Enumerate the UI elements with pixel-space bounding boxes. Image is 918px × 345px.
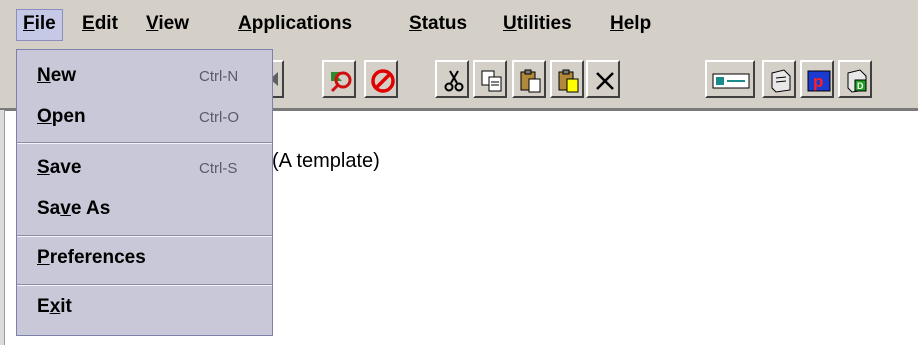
menu-applications-mnemonic: A (238, 13, 252, 34)
menu-separator (17, 142, 272, 144)
menu-item-new-shortcut: Ctrl-N (199, 68, 239, 85)
window-left-border (0, 110, 5, 345)
menu-utilities[interactable]: Utilities (497, 9, 578, 41)
program-icon: p (807, 70, 831, 92)
cut-icon (444, 70, 464, 92)
menu-item-save-as-label: Save As (37, 198, 111, 219)
menu-status-label: tatus (421, 13, 468, 34)
svg-text:p: p (813, 72, 823, 91)
toolbar-button-data-document[interactable]: D (838, 60, 872, 98)
delete-icon (596, 72, 614, 90)
menu-item-exit[interactable]: Exit (17, 290, 272, 326)
file-menu-dropdown: New Ctrl-N Open Ctrl-O Save Ctrl-S Save … (16, 49, 273, 336)
menu-item-open[interactable]: Open Ctrl-O (17, 100, 272, 136)
toolbar-button-search[interactable] (322, 60, 356, 98)
menu-item-exit-label: Exit (37, 296, 72, 317)
menu-edit[interactable]: Edit (76, 9, 124, 41)
data-document-icon: D (847, 69, 867, 93)
menu-item-open-shortcut: Ctrl-O (199, 109, 239, 126)
template-label: (A template) (272, 150, 380, 172)
menu-utilities-label: tilities (516, 13, 572, 34)
document-icon (771, 69, 791, 93)
toolbar-button-terminal[interactable] (705, 60, 755, 98)
menu-item-save-shortcut: Ctrl-S (199, 160, 238, 177)
paste-icon (520, 69, 541, 93)
menu-edit-label: dit (94, 13, 118, 34)
menubar: File Edit View Applications Status Utili… (0, 0, 918, 48)
terminal-icon (712, 73, 750, 89)
svg-text:D: D (857, 81, 864, 91)
menu-file[interactable]: File (16, 9, 63, 41)
menu-view[interactable]: View (140, 9, 195, 41)
toolbar-button-cut[interactable] (435, 60, 469, 98)
menu-edit-mnemonic: E (82, 13, 95, 34)
paste-special-icon (558, 69, 579, 93)
menu-help[interactable]: Help (604, 9, 657, 41)
menu-item-new-label: New (37, 65, 77, 86)
toolbar-button-paste[interactable] (512, 60, 546, 98)
menu-applications[interactable]: Applications (232, 9, 358, 41)
menu-item-open-label: Open (37, 106, 86, 127)
copy-icon (481, 70, 502, 92)
menu-help-mnemonic: H (610, 13, 624, 34)
menu-separator (17, 284, 272, 286)
menu-view-mnemonic: V (146, 13, 159, 34)
toolbar-button-program[interactable]: p (800, 60, 834, 98)
menu-status-mnemonic: S (409, 13, 422, 34)
application-window: File Edit View Applications Status Utili… (0, 0, 918, 345)
menu-help-label: elp (623, 13, 652, 34)
toolbar-button-document[interactable] (762, 60, 796, 98)
menu-separator (17, 235, 272, 237)
menu-item-save-label: Save (37, 157, 82, 178)
toolbar-button-copy[interactable] (473, 60, 507, 98)
toolbar-button-stop[interactable] (364, 60, 398, 98)
menu-item-new[interactable]: New Ctrl-N (17, 59, 272, 95)
search-globe-icon (330, 71, 352, 93)
stop-icon (371, 69, 395, 93)
menu-utilities-mnemonic: U (503, 13, 517, 34)
menu-file-label: ile (34, 13, 56, 34)
menu-item-preferences[interactable]: Preferences (17, 241, 272, 277)
menu-item-preferences-label: Preferences (37, 247, 146, 268)
menu-applications-label: pplications (251, 13, 353, 34)
menu-file-mnemonic: F (23, 13, 35, 34)
menu-status[interactable]: Status (403, 9, 473, 41)
toolbar-button-delete[interactable] (586, 60, 620, 98)
menu-item-save[interactable]: Save Ctrl-S (17, 151, 272, 187)
menu-item-save-as[interactable]: Save As (17, 192, 272, 228)
menu-view-label: iew (158, 13, 189, 34)
toolbar-button-paste-special[interactable] (550, 60, 584, 98)
